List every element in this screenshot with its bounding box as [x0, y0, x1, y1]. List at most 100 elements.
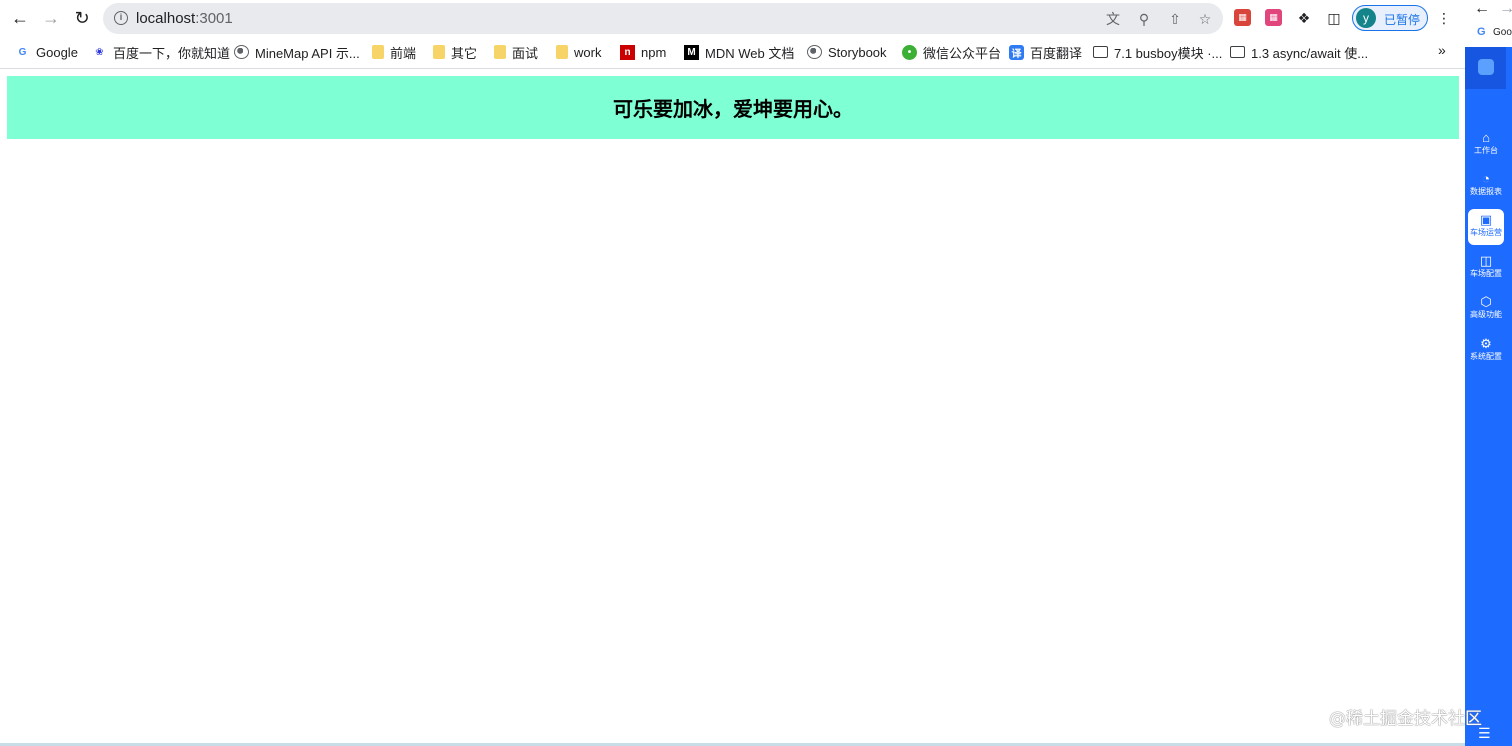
sidebar-item-parking-config[interactable]: ◫ 车场配置	[1468, 250, 1504, 286]
bookmark-label: Google	[36, 44, 78, 60]
share-icon[interactable]: ⇧	[1165, 9, 1185, 29]
watermark: @稀土掘金技术社区	[1329, 709, 1482, 729]
bookmark-baidu-translate[interactable]: 译百度翻译	[1009, 42, 1082, 62]
header-banner: 可乐要加冰，爱坤要用心。	[7, 76, 1459, 139]
side-panel-header: ← → G Goo	[1465, 0, 1512, 46]
bookmark-wechat[interactable]: • 微信公众平台	[902, 42, 1001, 62]
npm-icon: n	[620, 44, 635, 60]
site-info-icon[interactable]: i	[114, 11, 128, 25]
book-icon	[1230, 46, 1245, 58]
globe-icon	[807, 45, 822, 59]
sidebar-item-system-config[interactable]: ⚙ 系统配置	[1468, 333, 1504, 369]
bookmark-label: 1.3 async/await 使...	[1251, 45, 1369, 61]
side-forward-arrow-icon[interactable]: →	[1499, 0, 1512, 18]
sidebar-item-advanced[interactable]: ⬡ 高级功能	[1468, 291, 1504, 327]
baidu-icon: ❀	[95, 46, 104, 58]
forward-button[interactable]: →	[38, 6, 64, 30]
address-bar[interactable]: i localhost:3001 文 ⚲ ⇧ ☆	[103, 3, 1223, 34]
bookmark-label: Storybook	[828, 44, 887, 60]
bookmark-label: MineMap API 示...	[255, 45, 360, 61]
google-icon: G	[18, 46, 27, 58]
folder-icon	[433, 45, 445, 59]
bookmark-label: 面试	[512, 45, 539, 61]
sidebar-item-workbench[interactable]: ⌂ 工作台	[1468, 127, 1504, 163]
page-content: 可乐要加冰，爱坤要用心。	[0, 70, 1465, 746]
mdn-icon: M	[684, 44, 699, 60]
bookmarks-bar: G Google ❀ 百度一下，你就知道 MineMap API 示... 前端 其…	[0, 38, 1465, 66]
sliders-icon: ◫	[1479, 253, 1493, 268]
home-icon: ⌂	[1482, 130, 1490, 145]
browser-chrome: ← → ↻ i localhost:3001 文 ⚲ ⇧ ☆ ▦ ▦ ❖ ◫ y…	[0, 0, 1465, 69]
bookmark-baidu[interactable]: ❀ 百度一下，你就知道	[92, 42, 230, 62]
side-panel-label: Goo	[1493, 27, 1512, 38]
bookmark-label: 7.1 busboy模块 ·...	[1114, 45, 1223, 61]
bookmark-async-await[interactable]: 1.3 async/await 使...	[1230, 42, 1368, 62]
bookmark-folder-interview[interactable]: 面试	[494, 42, 538, 62]
bookmark-storybook[interactable]: Storybook	[807, 42, 887, 62]
bookmark-mdn[interactable]: M MDN Web 文档	[684, 42, 794, 62]
url-port: :3001	[195, 10, 233, 27]
avatar: y	[1356, 8, 1376, 28]
sidebar-item-label: 数据报表	[1470, 187, 1502, 196]
url-text[interactable]: localhost:3001	[136, 10, 233, 27]
extension-1-icon[interactable]: ▦	[1234, 9, 1251, 26]
more-bookmarks-button[interactable]: »	[1438, 42, 1446, 58]
book-icon	[1093, 46, 1108, 58]
bookmark-label: 前端	[390, 45, 417, 61]
cube-icon: ⬡	[1480, 294, 1492, 309]
profile-button[interactable]: y 已暂停	[1352, 5, 1428, 31]
sidebar-item-reports[interactable]: ◔ 数据报表	[1468, 168, 1504, 204]
back-arrow-icon: ←	[11, 7, 29, 28]
sidebar-item-label: 高级功能	[1470, 310, 1502, 319]
bookmark-label: MDN Web 文档	[705, 45, 795, 61]
page-title: 可乐要加冰，爱坤要用心。	[613, 97, 853, 121]
url-host: localhost	[136, 10, 196, 27]
bookmark-busboy[interactable]: 7.1 busboy模块 ·...	[1093, 42, 1222, 62]
sync-status-label: 已暂停	[1384, 13, 1421, 27]
bookmark-folder-other[interactable]: 其它	[433, 42, 477, 62]
bookmark-folder-frontend[interactable]: 前端	[372, 42, 416, 62]
sidebar-item-parking-operations[interactable]: ▣ 车场运营	[1468, 209, 1504, 245]
wechat-icon: •	[902, 44, 917, 60]
app-logo[interactable]	[1465, 47, 1506, 89]
menu-kebab-icon[interactable]: ⋮	[1434, 8, 1454, 28]
bookmark-star-icon[interactable]: ☆	[1195, 9, 1215, 29]
google-icon: G	[1477, 26, 1486, 38]
bookmark-label: work	[574, 44, 602, 60]
extensions-puzzle-icon[interactable]: ❖	[1294, 8, 1314, 28]
sidebar-item-label: 车场配置	[1470, 269, 1502, 278]
folder-icon	[556, 45, 568, 59]
side-panel: ← → G Goo ⌂ 工作台 ◔ 数据报表 ▣ 车场运营 ◫ 车场配置 ⬡ 高…	[1465, 0, 1512, 746]
folder-icon	[494, 45, 506, 59]
browser-toolbar: ← → ↻ i localhost:3001 文 ⚲ ⇧ ☆ ▦ ▦ ❖ ◫ y…	[0, 0, 1465, 36]
side-back-arrow-icon[interactable]: ←	[1474, 0, 1490, 18]
reload-icon: ↻	[74, 7, 90, 28]
reload-button[interactable]: ↻	[69, 6, 95, 30]
translate-page-icon[interactable]: 文	[1103, 9, 1123, 29]
pie-chart-icon: ◔	[1482, 171, 1490, 186]
bookmark-label: 其它	[451, 45, 478, 61]
gear-icon: ⚙	[1480, 336, 1492, 351]
app-sidebar: ⌂ 工作台 ◔ 数据报表 ▣ 车场运营 ◫ 车场配置 ⬡ 高级功能 ⚙ 系统配置	[1465, 47, 1512, 746]
bookmark-npm[interactable]: n npm	[620, 42, 666, 62]
globe-icon	[234, 45, 249, 59]
sidebar-item-label: 车场运营	[1470, 228, 1502, 237]
folder-icon	[372, 45, 384, 59]
logo-icon	[1478, 59, 1494, 75]
car-icon: ▣	[1479, 212, 1493, 227]
bookmark-label: 微信公众平台	[923, 45, 1002, 61]
bookmark-folder-work[interactable]: work	[556, 42, 601, 62]
sidebar-item-label: 系统配置	[1470, 352, 1502, 361]
side-panel-icon[interactable]: ◫	[1324, 8, 1344, 28]
bookmark-google[interactable]: G Google	[15, 42, 78, 62]
zoom-icon[interactable]: ⚲	[1134, 9, 1154, 29]
forward-arrow-icon: →	[42, 7, 60, 28]
bookmark-minemap[interactable]: MineMap API 示...	[234, 42, 360, 62]
sidebar-item-label: 工作台	[1474, 146, 1498, 155]
back-button[interactable]: ←	[7, 6, 33, 30]
bookmark-label: npm	[641, 44, 667, 60]
translate-icon: 译	[1009, 44, 1024, 60]
extension-2-icon[interactable]: ▦	[1265, 9, 1282, 26]
bookmark-label: 百度一下，你就知道	[113, 45, 231, 61]
bookmark-label: 百度翻译	[1030, 45, 1083, 61]
